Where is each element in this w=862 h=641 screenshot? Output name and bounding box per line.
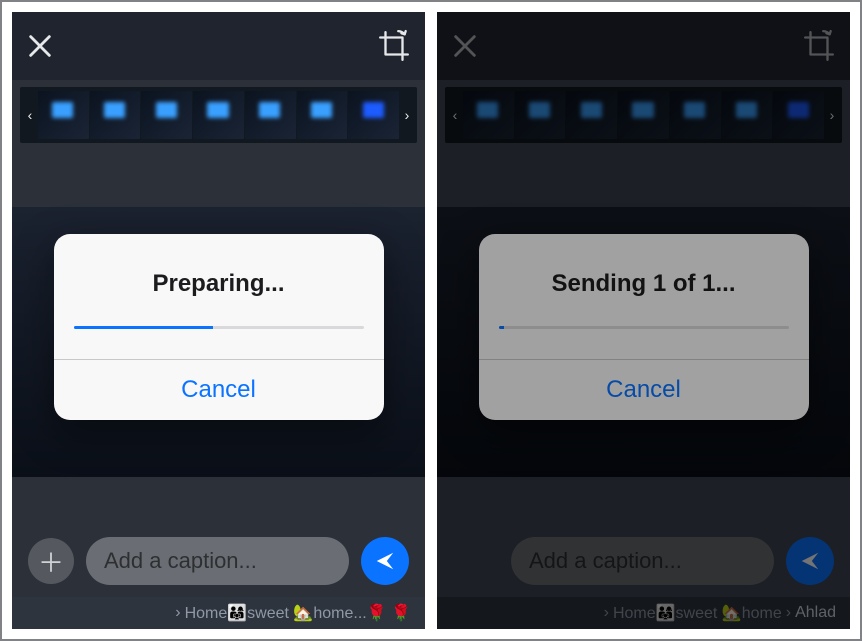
progress-bar [74, 326, 364, 329]
frame-thumb [141, 91, 192, 139]
frame-thumb [670, 91, 721, 139]
trim-handle-right[interactable]: › [824, 107, 840, 123]
screen-sending: ‹ › Sending 1 of 1... Cancel [437, 12, 850, 629]
chevron-right-icon: › [604, 604, 609, 622]
send-button[interactable] [361, 537, 409, 585]
progress-dialog: Sending 1 of 1... Cancel [479, 234, 809, 420]
trim-handle-left[interactable]: ‹ [22, 107, 38, 123]
video-trim-filmstrip[interactable]: ‹ › [20, 87, 417, 143]
crop-rotate-icon[interactable] [802, 29, 836, 63]
trim-handle-left[interactable]: ‹ [447, 107, 463, 123]
chevron-right-icon: › [786, 604, 791, 622]
bottom-bar: ＋ Add a caption... [12, 525, 425, 597]
cancel-button[interactable]: Cancel [54, 360, 384, 420]
frame-thumb [38, 91, 89, 139]
recipient-chip[interactable]: Home👨‍👩‍👧sweet 🏡home [613, 603, 782, 623]
frame-thumb [297, 91, 348, 139]
frame-thumb [245, 91, 296, 139]
frame-thumb [566, 91, 617, 139]
progress-fill [74, 326, 213, 329]
frame-thumb [463, 91, 514, 139]
frame-thumb [773, 91, 824, 139]
crop-rotate-icon[interactable] [377, 29, 411, 63]
comparison-container: ‹ › Preparing... Cancel [0, 0, 862, 641]
recipient-chip[interactable]: Ahlad [795, 604, 836, 622]
top-bar [437, 12, 850, 80]
progress-fill [499, 326, 505, 329]
add-media-button[interactable]: ＋ [28, 538, 74, 584]
recipient-chip[interactable]: Home👨‍👩‍👧sweet 🏡home...🌹 🌹 [185, 603, 411, 623]
frame-thumb [722, 91, 773, 139]
dialog-title: Preparing... [74, 270, 364, 298]
frame-thumb [515, 91, 566, 139]
progress-bar [499, 326, 789, 329]
chevron-right-icon: › [175, 604, 180, 622]
top-bar [12, 12, 425, 80]
frame-thumb [90, 91, 141, 139]
recipient-bar: › Home👨‍👩‍👧sweet 🏡home...🌹 🌹 [12, 597, 425, 629]
trim-handle-right[interactable]: › [399, 107, 415, 123]
filmstrip-frames [38, 91, 399, 139]
filmstrip-frames [463, 91, 824, 139]
frame-thumb [348, 91, 399, 139]
recipient-bar: › Home👨‍👩‍👧sweet 🏡home › Ahlad [437, 597, 850, 629]
progress-dialog: Preparing... Cancel [54, 234, 384, 420]
close-icon[interactable] [451, 32, 479, 60]
frame-thumb [618, 91, 669, 139]
screen-preparing: ‹ › Preparing... Cancel [12, 12, 425, 629]
send-button[interactable] [786, 537, 834, 585]
frame-thumb [193, 91, 244, 139]
video-trim-filmstrip[interactable]: ‹ › [445, 87, 842, 143]
cancel-button[interactable]: Cancel [479, 360, 809, 420]
dialog-title: Sending 1 of 1... [499, 270, 789, 298]
caption-input[interactable]: Add a caption... [86, 537, 349, 585]
bottom-bar: ＋ Add a caption... [437, 525, 850, 597]
close-icon[interactable] [26, 32, 54, 60]
caption-input[interactable]: Add a caption... [511, 537, 774, 585]
